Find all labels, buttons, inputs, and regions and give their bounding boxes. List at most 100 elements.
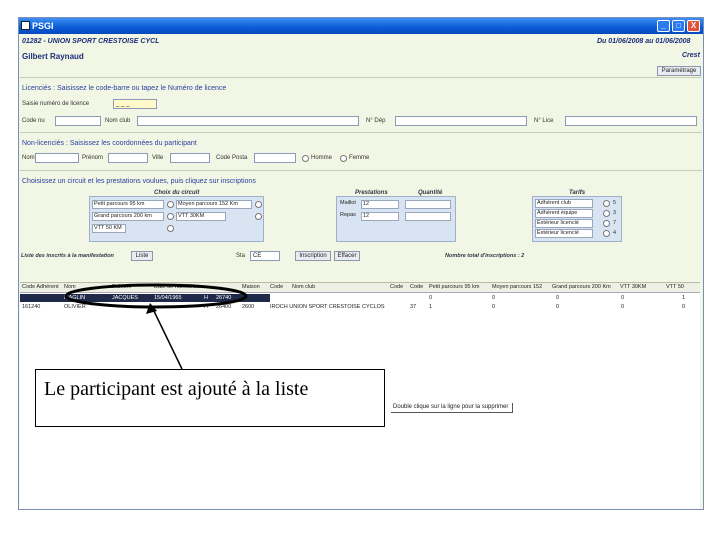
licencies-section-title: Licenciés : Saisissez le code-barre ou t…: [22, 85, 227, 92]
minimize-button[interactable]: _: [657, 20, 670, 32]
event-place: Crest: [682, 52, 700, 59]
field-label: Code nu: [22, 118, 45, 124]
tarif-radio[interactable]: [603, 200, 610, 207]
tarif-radio[interactable]: [603, 210, 610, 217]
event-period: Du 01/06/2008 au 01/06/2008: [597, 38, 691, 45]
nom-input[interactable]: [35, 153, 79, 163]
sta-input[interactable]: CE: [250, 251, 280, 261]
circuit-option[interactable]: Grand parcours 200 km: [92, 212, 164, 221]
column-header[interactable]: Code: [390, 284, 403, 290]
tarif-option[interactable]: Adhérent club: [535, 199, 593, 208]
gender-male-radio[interactable]: [302, 155, 309, 162]
table-cell: 0: [492, 304, 496, 310]
ville-input[interactable]: [170, 153, 210, 163]
inscription-button[interactable]: Inscription: [295, 251, 331, 261]
table-cell: MAGLIN: [64, 295, 86, 301]
tarif-radio[interactable]: [603, 230, 610, 237]
tarif-value: 4: [613, 230, 617, 236]
tarifs-panel: Adhérent club 5 Adhérent équipe 3 Extéri…: [532, 196, 622, 242]
circuit-option[interactable]: VTT 30KM: [176, 212, 226, 221]
column-header[interactable]: Maison: [242, 284, 260, 290]
field-label: N° Lice: [534, 118, 554, 124]
tarif-option[interactable]: Adhérent équipe: [535, 209, 593, 218]
list-label: Liste des inscrits à la manifestation: [21, 253, 114, 259]
tarif-value: 5: [613, 200, 617, 206]
maximize-button[interactable]: □: [672, 20, 685, 32]
delete-button[interactable]: Effacer: [334, 251, 360, 261]
column-header[interactable]: Grand parcours 200 Km: [552, 284, 611, 290]
gender-female-radio[interactable]: [340, 155, 347, 162]
code-nu-input[interactable]: [55, 116, 101, 126]
circuit-option[interactable]: VTT 50 KM: [92, 224, 126, 233]
table-cell: H: [204, 304, 208, 310]
total-inscriptions: Nombre total d'inscriptions : 2: [445, 253, 525, 259]
circuit-radio[interactable]: [167, 213, 174, 220]
circuit-option[interactable]: Moyen parcours 152 Km: [176, 200, 252, 209]
column-header[interactable]: Date de naissance: [154, 284, 200, 290]
tarif-option[interactable]: Extérieur licencié: [535, 219, 593, 228]
column-header[interactable]: Prénom: [112, 284, 131, 290]
prestation-price-input[interactable]: [405, 200, 451, 209]
window-title: PSGI: [32, 21, 54, 31]
barcode-input[interactable]: _ _ _: [113, 99, 157, 109]
field-label: Code Posta: [216, 155, 248, 161]
prenom-input[interactable]: [108, 153, 148, 163]
field-label: Prénom: [82, 155, 104, 161]
code-postal-input[interactable]: [254, 153, 296, 163]
column-header[interactable]: Petit parcours 95 km: [429, 284, 479, 290]
dep-input[interactable]: [395, 116, 527, 126]
field-label: N° Dép: [366, 118, 386, 124]
sta-label: Sta: [236, 253, 246, 259]
field-label: Nom: [22, 155, 35, 161]
column-header[interactable]: Code Adhérent: [22, 284, 59, 290]
licence-input[interactable]: [565, 116, 697, 126]
tarif-value: 3: [613, 210, 617, 216]
circuit-radio[interactable]: [167, 201, 174, 208]
non-licencies-section-title: Non-licenciés : Saisissez les coordonnée…: [22, 140, 197, 147]
prestations-panel: Maillot 12 Repas 12: [336, 196, 456, 242]
table-cell: 0: [556, 295, 560, 301]
settings-button[interactable]: Paramétrage: [657, 66, 701, 76]
barcode-label: Saisie numéro de licence: [22, 101, 90, 107]
row-selection: [20, 294, 270, 302]
circuit-option[interactable]: Petit parcours 95 km: [92, 200, 164, 209]
circuit-radio[interactable]: [255, 213, 262, 220]
gender-male-label: Homme: [311, 155, 333, 161]
table-row[interactable]: 161240 OLIVIER H 26400 2600 IROCH UNION …: [20, 303, 700, 311]
prestation-price-input[interactable]: [405, 212, 451, 221]
circuit-radio[interactable]: [167, 225, 174, 232]
title-bar: PSGI _ □ X: [19, 18, 703, 34]
tarif-option[interactable]: Extérieur licencié jeune: [535, 229, 593, 238]
table-cell: 37: [410, 304, 417, 310]
divider: [20, 170, 702, 171]
nom-club-input[interactable]: [137, 116, 359, 126]
circuit-panel: Petit parcours 95 km Grand parcours 200 …: [89, 196, 264, 242]
user-name: Gilbert Raynaud: [22, 52, 84, 61]
tarif-radio[interactable]: [603, 220, 610, 227]
prestation-quantity-input[interactable]: 12: [361, 212, 399, 221]
table-cell: 15/04/1965: [154, 295, 182, 301]
table-cell: 0: [682, 304, 686, 310]
list-button[interactable]: Liste: [131, 251, 153, 261]
column-header[interactable]: Nom: [64, 284, 76, 290]
circuit-section-title: Choisissez un circuit et les prestations…: [22, 178, 256, 185]
column-header[interactable]: Moyen parcours 152: [492, 284, 542, 290]
table-cell: 0: [621, 295, 625, 301]
column-header[interactable]: Nom club: [292, 284, 315, 290]
prestation-quantity-input[interactable]: 12: [361, 200, 399, 209]
column-header[interactable]: Code: [410, 284, 423, 290]
table-cell: 0: [621, 304, 625, 310]
divider: [20, 132, 702, 133]
close-button[interactable]: X: [687, 20, 700, 32]
table-cell: 26400: [216, 304, 232, 310]
circuit-radio[interactable]: [255, 201, 262, 208]
table-row[interactable]: MAGLIN JACQUES 15/04/1965 H 26740 0 0 0 …: [20, 294, 700, 302]
column-header[interactable]: Code: [270, 284, 283, 290]
table-cell: H: [204, 295, 208, 301]
column-header[interactable]: VTT 30KM: [620, 284, 646, 290]
column-header[interactable]: VTT 50: [666, 284, 684, 290]
table-cell: 2600: [242, 304, 255, 310]
club-name: 01282 - UNION SPORT CRESTOISE CYCL: [22, 38, 160, 45]
field-label: Ville: [152, 155, 164, 161]
table-header: Code Adhérent Nom Prénom Date de naissan…: [20, 283, 700, 293]
